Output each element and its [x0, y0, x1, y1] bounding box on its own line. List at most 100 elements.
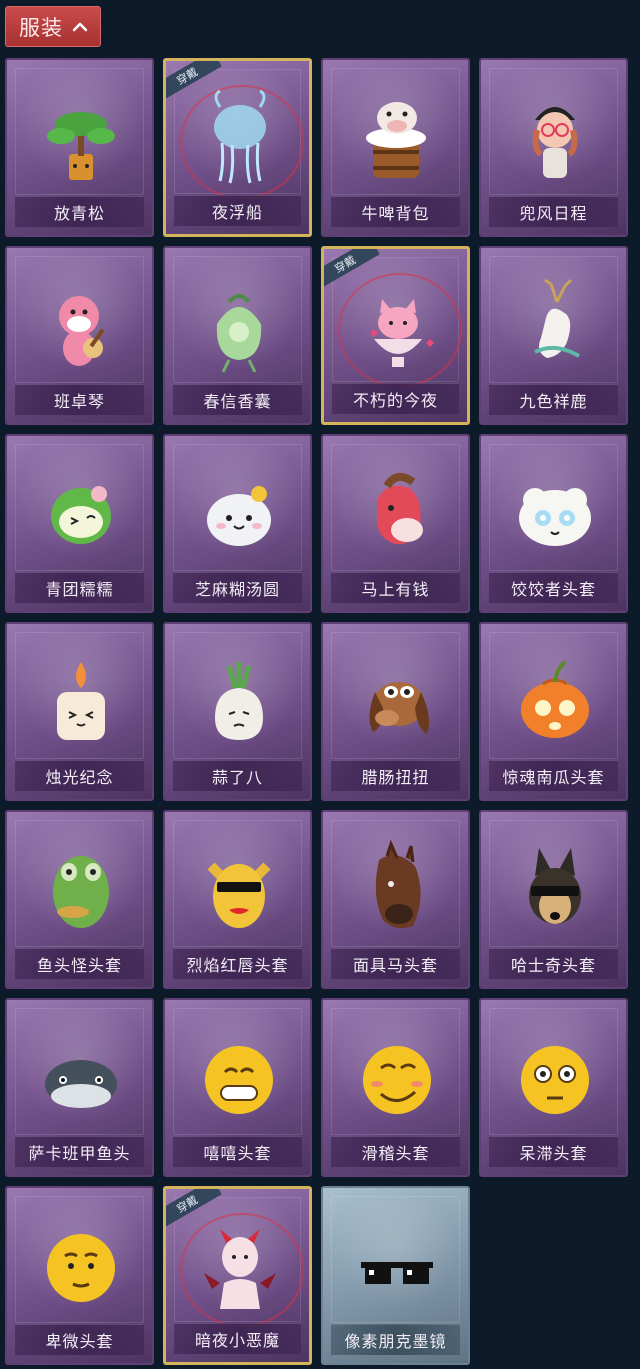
costume-name: 青团糯糯 [45, 580, 114, 599]
costume-card[interactable]: 穿戴 夜浮船 [163, 58, 312, 237]
costume-card[interactable]: 马上有钱 [321, 434, 470, 613]
dachshund-icon [347, 644, 447, 752]
pink-girl-cap-icon [505, 80, 605, 188]
costume-name: 夜浮船 [211, 203, 263, 222]
costume-name: 九色祥鹿 [519, 392, 588, 411]
garlic-icon [189, 644, 289, 752]
costume-name: 牛啤背包 [361, 204, 430, 223]
costume-card[interactable]: 班卓琴 [5, 246, 154, 425]
yellow-mask-icon [189, 832, 289, 940]
costume-name-bar: 嘻嘻头套 [173, 1136, 302, 1167]
costume-name: 萨卡班甲鱼头 [28, 1144, 131, 1163]
costume-name: 烈焰红唇头套 [186, 956, 289, 975]
smirk-emoji-icon [347, 1020, 447, 1128]
costume-card[interactable]: 九色祥鹿 [479, 246, 628, 425]
costume-card[interactable]: 兜风日程 [479, 58, 628, 237]
horse-mask-icon [347, 832, 447, 940]
costume-name: 惊魂南瓜头套 [502, 768, 605, 787]
costume-name-bar: 九色祥鹿 [489, 384, 618, 415]
costume-name: 芝麻糊汤圆 [194, 580, 280, 599]
costume-name: 马上有钱 [361, 580, 430, 599]
costume-name: 卑微头套 [45, 1332, 114, 1351]
costume-name-bar: 滑稽头套 [331, 1136, 460, 1167]
whale-fish-icon [31, 1020, 131, 1128]
costume-name-bar: 烛光纪念 [15, 760, 144, 791]
fish-head-icon [31, 832, 131, 940]
costume-name-bar: 呆滞头套 [489, 1136, 618, 1167]
costume-card[interactable]: 腊肠扭扭 [321, 622, 470, 801]
costume-name-bar: 腊肠扭扭 [331, 760, 460, 791]
costume-name: 放青松 [53, 204, 105, 223]
costume-name: 哈士奇头套 [510, 956, 596, 975]
costume-name: 蒜了八 [211, 768, 263, 787]
costume-name-bar: 马上有钱 [331, 572, 460, 603]
pink-fox-bowl-icon [348, 269, 448, 377]
costume-card[interactable]: 鱼头怪头套 [5, 810, 154, 989]
costume-card[interactable]: 萨卡班甲鱼头 [5, 998, 154, 1177]
white-deer-icon [505, 268, 605, 376]
costume-name: 不朽的今夜 [352, 391, 438, 410]
green-sachet-icon [189, 268, 289, 376]
costume-name: 腊肠扭扭 [361, 768, 430, 787]
costume-card[interactable]: 哈士奇头套 [479, 810, 628, 989]
costume-card[interactable]: 卑微头套 [5, 1186, 154, 1365]
jellyfish-icon [190, 81, 290, 189]
costume-category-toggle[interactable]: 服装 [5, 6, 101, 47]
costume-name: 鱼头怪头套 [36, 956, 122, 975]
costume-name-bar: 哈士奇头套 [489, 948, 618, 979]
costume-name-bar: 芝麻糊汤圆 [173, 572, 302, 603]
white-dumpling-icon [189, 456, 289, 564]
cow-beer-mug-icon [347, 80, 447, 188]
costume-card[interactable]: 穿戴 暗夜小恶魔 [163, 1186, 312, 1365]
red-horse-icon [347, 456, 447, 564]
costume-name: 春信香囊 [203, 392, 272, 411]
costume-name-bar: 像素朋克墨镜 [331, 1324, 460, 1355]
costume-card[interactable]: 蒜了八 [163, 622, 312, 801]
costume-name-bar: 春信香囊 [173, 384, 302, 415]
costume-name-bar: 烈焰红唇头套 [173, 948, 302, 979]
costume-name-bar: 兜风日程 [489, 196, 618, 227]
costume-card[interactable]: 放青松 [5, 58, 154, 237]
costume-name-bar: 卑微头套 [15, 1324, 144, 1355]
costume-card[interactable]: 烈焰红唇头套 [163, 810, 312, 989]
costume-name: 饺饺者头套 [510, 580, 596, 599]
costume-name-bar: 饺饺者头套 [489, 572, 618, 603]
costume-name: 嘻嘻头套 [203, 1144, 272, 1163]
husky-icon [505, 832, 605, 940]
costume-name: 兜风日程 [519, 204, 588, 223]
shy-emoji-icon [31, 1208, 131, 1316]
green-mochi-icon [31, 456, 131, 564]
costume-card[interactable]: 面具马头套 [321, 810, 470, 989]
blank-emoji-icon [505, 1020, 605, 1128]
chevron-up-icon [73, 22, 87, 31]
grin-emoji-icon [189, 1020, 289, 1128]
pink-beaver-banjo-icon [31, 268, 131, 376]
costume-card[interactable]: 惊魂南瓜头套 [479, 622, 628, 801]
pixel-sunglasses-icon [347, 1208, 447, 1316]
pumpkin-icon [505, 644, 605, 752]
costume-name: 暗夜小恶魔 [194, 1331, 280, 1350]
costume-name-bar: 蒜了八 [173, 760, 302, 791]
costume-name: 呆滞头套 [519, 1144, 588, 1163]
costume-name-bar: 惊魂南瓜头套 [489, 760, 618, 791]
costume-card[interactable]: 呆滞头套 [479, 998, 628, 1177]
costume-name-bar: 面具马头套 [331, 948, 460, 979]
costume-card[interactable]: 穿戴 不朽的今夜 [321, 246, 470, 425]
costume-name: 面具马头套 [352, 956, 438, 975]
candle-icon [31, 644, 131, 752]
costume-name-bar: 班卓琴 [15, 384, 144, 415]
costume-name-bar: 放青松 [15, 196, 144, 227]
dumpling-head-icon [505, 456, 605, 564]
costume-name: 烛光纪念 [45, 768, 114, 787]
costume-card[interactable]: 烛光纪念 [5, 622, 154, 801]
costume-card[interactable]: 芝麻糊汤圆 [163, 434, 312, 613]
costume-card[interactable]: 像素朋克墨镜 [321, 1186, 470, 1365]
costume-card[interactable]: 青团糯糯 [5, 434, 154, 613]
costume-card[interactable]: 饺饺者头套 [479, 434, 628, 613]
costume-card[interactable]: 嘻嘻头套 [163, 998, 312, 1177]
costume-card[interactable]: 牛啤背包 [321, 58, 470, 237]
costume-card[interactable]: 滑稽头套 [321, 998, 470, 1177]
costume-name-bar: 鱼头怪头套 [15, 948, 144, 979]
costume-card[interactable]: 春信香囊 [163, 246, 312, 425]
costume-name-bar: 萨卡班甲鱼头 [15, 1136, 144, 1167]
